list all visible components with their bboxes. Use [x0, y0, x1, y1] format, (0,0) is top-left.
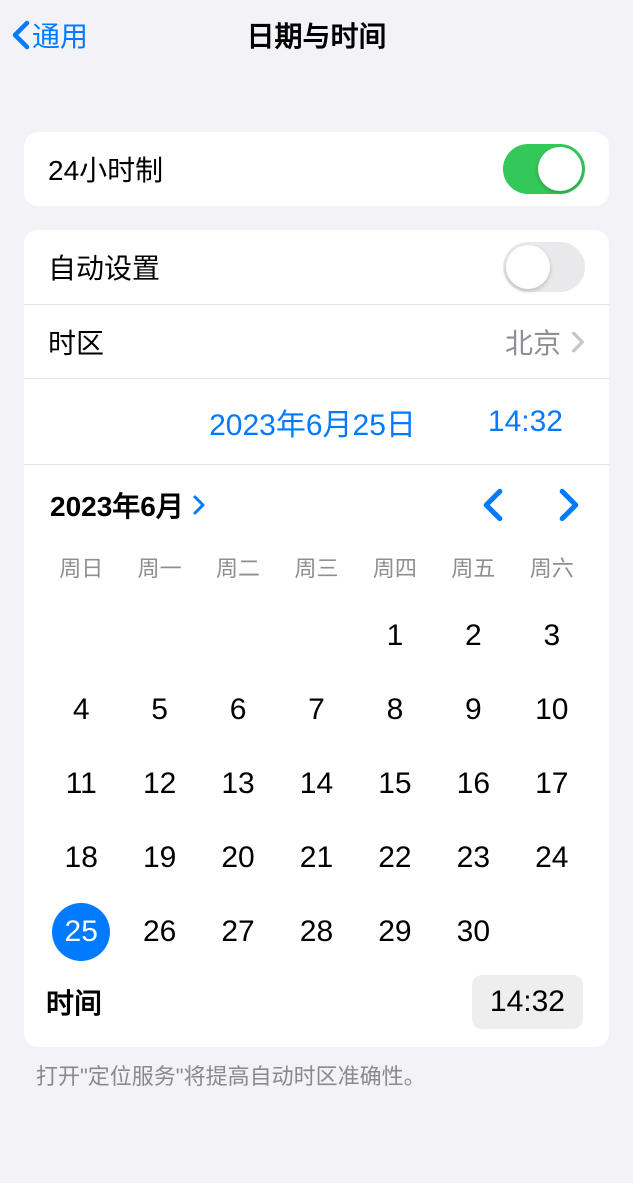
calendar-weekday: 周五: [434, 545, 512, 599]
calendar-day[interactable]: 9: [434, 673, 512, 747]
switch-knob: [538, 147, 582, 191]
calendar-day[interactable]: 14: [277, 747, 355, 821]
calendar-day[interactable]: 29: [356, 895, 434, 969]
calendar-empty-cell: [120, 599, 198, 673]
label-timezone: 时区: [48, 322, 505, 362]
calendar-day[interactable]: 23: [434, 821, 512, 895]
footnote: 打开"定位服务"将提高自动时区准确性。: [36, 1059, 597, 1091]
calendar-day[interactable]: 12: [120, 747, 198, 821]
calendar-day[interactable]: 8: [356, 673, 434, 747]
calendar-day[interactable]: 3: [513, 599, 591, 673]
switch-auto-set[interactable]: [503, 242, 585, 292]
page-title: 日期与时间: [246, 15, 386, 55]
date-pill[interactable]: 2023年6月25日: [193, 392, 432, 452]
calendar-day[interactable]: 5: [120, 673, 198, 747]
calendar-empty-cell: [199, 599, 277, 673]
chevron-right-icon: [192, 495, 206, 515]
calendar-prev-button[interactable]: [479, 488, 507, 522]
value-timezone: 北京: [505, 322, 561, 362]
time-row-label: 时间: [46, 982, 472, 1022]
time-row-value[interactable]: 14:32: [472, 975, 583, 1029]
calendar-month-label: 2023年6月: [50, 485, 184, 525]
calendar-weekday: 周二: [199, 545, 277, 599]
calendar-day[interactable]: 30: [434, 895, 512, 969]
calendar-month-button[interactable]: 2023年6月: [50, 485, 206, 525]
switch-24-hour[interactable]: [503, 144, 585, 194]
calendar-day[interactable]: 10: [513, 673, 591, 747]
time-pill[interactable]: 14:32: [472, 397, 579, 447]
calendar-day[interactable]: 15: [356, 747, 434, 821]
calendar-day[interactable]: 2: [434, 599, 512, 673]
row-auto-set: 自动设置: [24, 230, 609, 304]
calendar-day[interactable]: 25: [42, 895, 120, 969]
calendar: 2023年6月 周日周一周二周三周四周五周六123456789101112131…: [24, 464, 609, 1047]
calendar-day[interactable]: 1: [356, 599, 434, 673]
calendar-day[interactable]: 24: [513, 821, 591, 895]
calendar-weekday: 周六: [513, 545, 591, 599]
calendar-weekday: 周四: [356, 545, 434, 599]
calendar-day[interactable]: 28: [277, 895, 355, 969]
chevron-left-icon: [10, 20, 32, 50]
calendar-day[interactable]: 6: [199, 673, 277, 747]
label-auto-set: 自动设置: [48, 247, 503, 287]
calendar-day[interactable]: 19: [120, 821, 198, 895]
calendar-weekday: 周一: [120, 545, 198, 599]
row-timezone[interactable]: 时区 北京: [24, 304, 609, 378]
switch-knob: [506, 245, 550, 289]
calendar-day[interactable]: 21: [277, 821, 355, 895]
back-button[interactable]: 通用: [10, 15, 88, 55]
calendar-day[interactable]: 4: [42, 673, 120, 747]
label-24-hour: 24小时制: [48, 149, 503, 189]
calendar-next-button[interactable]: [555, 488, 583, 522]
calendar-day[interactable]: 17: [513, 747, 591, 821]
calendar-day[interactable]: 18: [42, 821, 120, 895]
calendar-day[interactable]: 13: [199, 747, 277, 821]
calendar-day[interactable]: 16: [434, 747, 512, 821]
calendar-day[interactable]: 27: [199, 895, 277, 969]
calendar-day[interactable]: 11: [42, 747, 120, 821]
calendar-day[interactable]: 22: [356, 821, 434, 895]
calendar-day[interactable]: 20: [199, 821, 277, 895]
chevron-right-icon: [571, 331, 585, 353]
calendar-empty-cell: [277, 599, 355, 673]
calendar-weekday: 周日: [42, 545, 120, 599]
calendar-day[interactable]: 26: [120, 895, 198, 969]
calendar-day[interactable]: 7: [277, 673, 355, 747]
calendar-empty-cell: [42, 599, 120, 673]
back-label: 通用: [32, 15, 88, 55]
row-date-time-display: 2023年6月25日 14:32: [24, 378, 609, 464]
row-24-hour: 24小时制: [24, 132, 609, 206]
calendar-weekday: 周三: [277, 545, 355, 599]
